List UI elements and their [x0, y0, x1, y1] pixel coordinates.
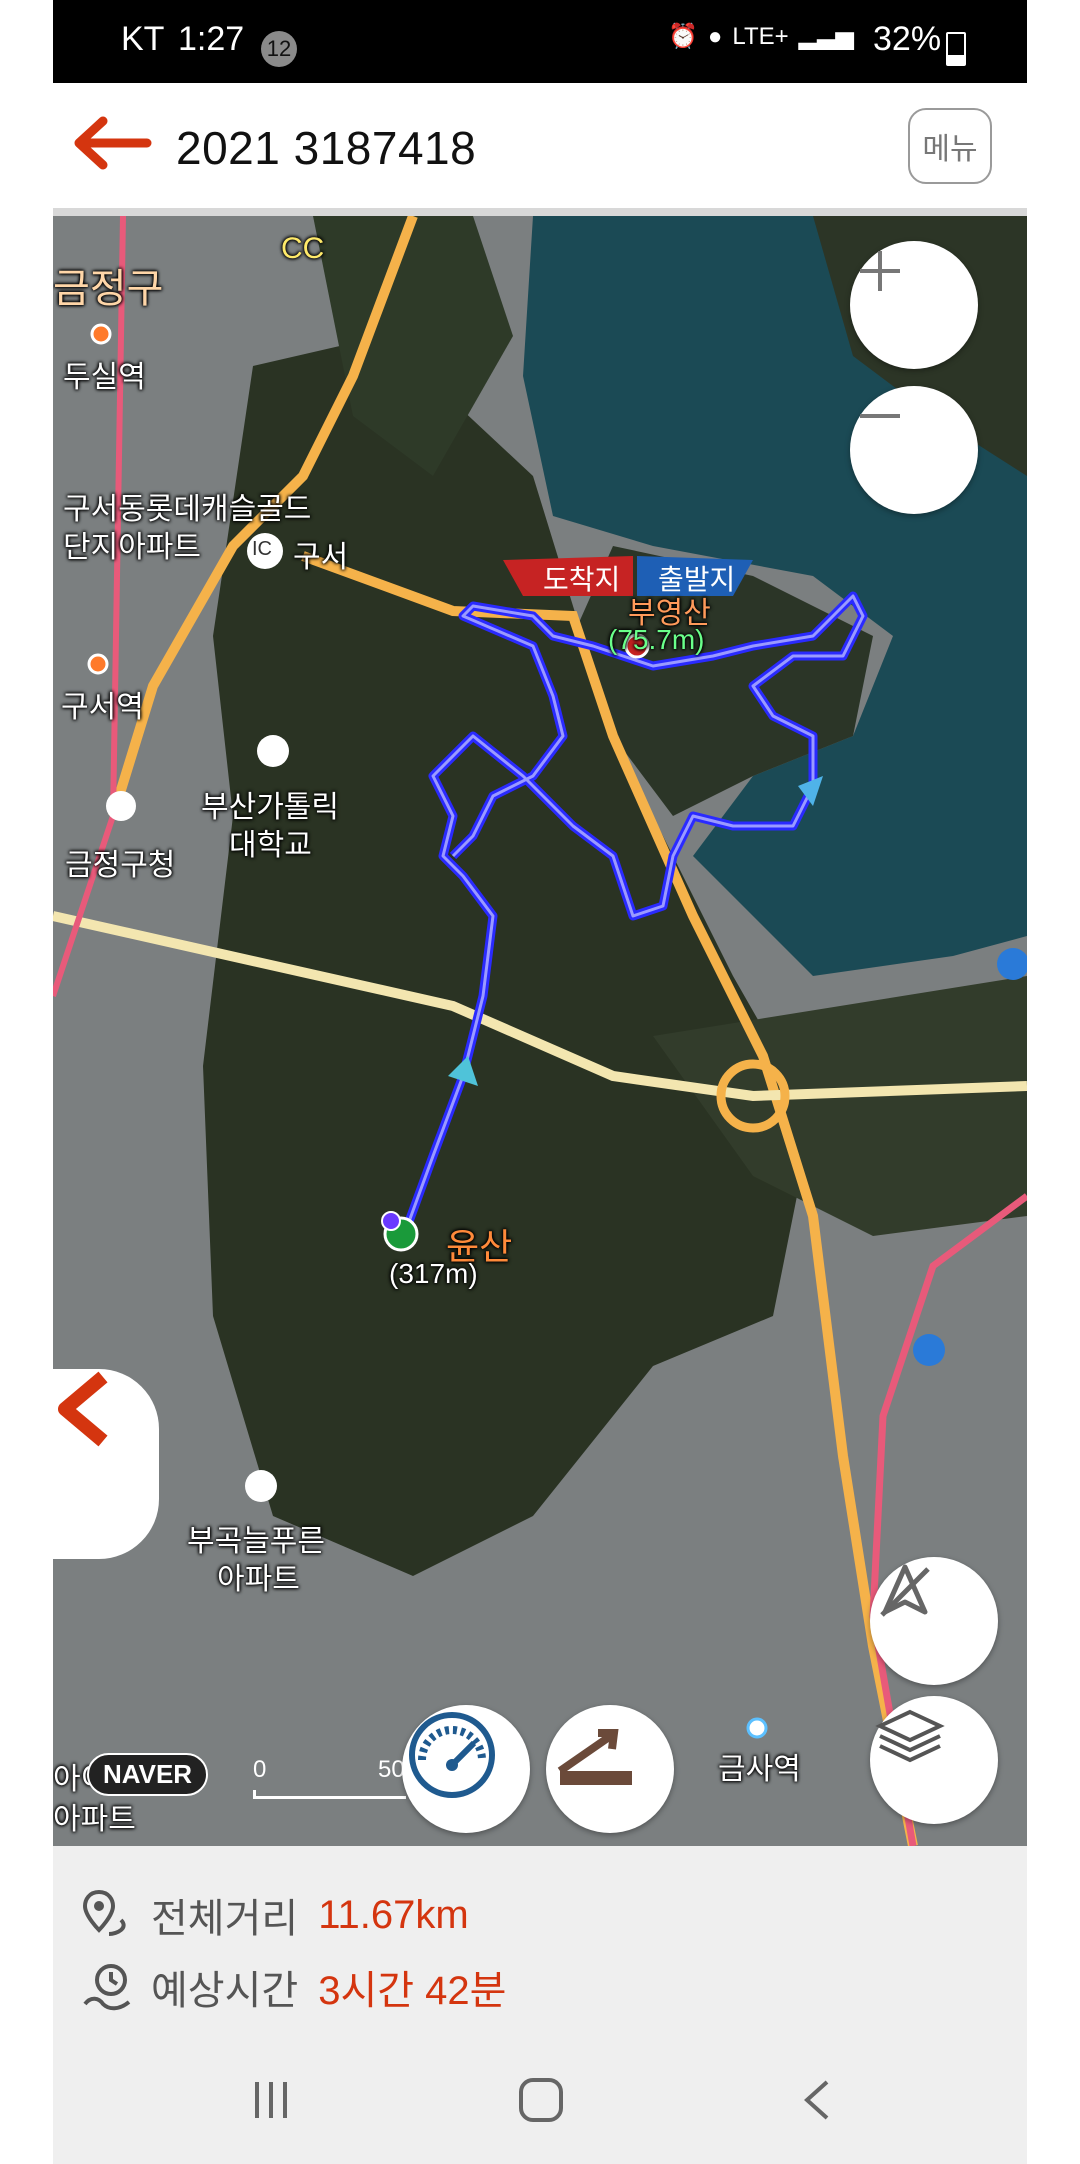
speedometer-icon	[409, 1712, 495, 1798]
compass-off-icon	[880, 1564, 930, 1617]
frame-left	[0, 0, 53, 2164]
map-label-apt-guseo-2: 단지아파트	[63, 531, 201, 564]
zoom-out-button[interactable]	[850, 386, 978, 514]
network-label: LTE+	[732, 22, 789, 50]
map-label-ic-guseo: 구서	[293, 541, 349, 574]
alarm-icon: ⏰	[668, 23, 698, 50]
back-button[interactable]	[73, 115, 153, 171]
frame-right	[1027, 0, 1080, 2164]
distance-label: 전체거리	[151, 1897, 299, 1941]
system-back-icon	[804, 2080, 829, 2120]
scale-bar	[253, 1790, 406, 1799]
map-label-station-geumsa: 금사역	[718, 1753, 801, 1786]
map-label-yunsan-height: (317m)	[389, 1258, 478, 1289]
status-bar: KT 1:27 12 ⏰ ● LTE+ ▂▃▅ 32%	[53, 0, 1027, 83]
back-arrow-icon	[74, 116, 152, 170]
map-view[interactable]: CC 금정구 두실역 구서동롯데캐슬골드 단지아파트 IC 구서 구서역 부산가…	[53, 216, 1027, 1846]
carrier-name: KT	[121, 20, 165, 58]
compass-button[interactable]	[870, 1557, 998, 1685]
zoom-in-button[interactable]	[850, 241, 978, 369]
map-label-apt-left-2: 아파트	[53, 1803, 136, 1836]
time-label: 예상시간	[151, 1969, 299, 2013]
system-nav-bar	[53, 2034, 1027, 2164]
clock: 1:27	[178, 20, 245, 58]
home-button[interactable]	[517, 2076, 565, 2129]
recents-icon	[255, 2082, 287, 2118]
map-label-univ-2: 대학교	[229, 829, 312, 862]
status-icons: ⏰ ● LTE+ ▂▃▅	[668, 22, 854, 51]
battery-percent: 32%	[873, 20, 942, 58]
layers-button[interactable]	[870, 1696, 998, 1824]
scale-zero: 0	[253, 1756, 267, 1783]
location-icon: ●	[707, 22, 723, 50]
time-row: 예상시간 3시간 42분	[81, 1958, 506, 2016]
map-label-station-guseo: 구서역	[61, 691, 144, 724]
plus-icon	[860, 251, 900, 291]
system-back-button[interactable]	[799, 2078, 835, 2127]
recents-button[interactable]	[249, 2078, 293, 2127]
map-label-district: 금정구	[53, 267, 164, 311]
app-header: 2021 3187418 메뉴	[53, 83, 1027, 216]
flag-label-arrival: 도착지	[543, 564, 621, 595]
scale-value: 50	[378, 1756, 405, 1783]
station-guseo-icon	[87, 653, 109, 675]
minus-icon	[860, 414, 900, 418]
map-label-ic-badge: IC	[252, 538, 272, 560]
waypoint-icon	[381, 1211, 401, 1231]
side-panel-toggle[interactable]	[53, 1369, 159, 1559]
distance-value: 11.67km	[318, 1892, 469, 1937]
home-icon	[519, 2078, 563, 2122]
page-title: 2021 3187418	[176, 122, 477, 174]
layers-icon	[875, 1709, 945, 1763]
map-label-station-dusil: 두실역	[63, 361, 146, 394]
time-value: 3시간 42분	[318, 1969, 507, 2013]
map-label-buyeong-height: (75.7m)	[608, 624, 705, 655]
university-icon	[257, 735, 289, 767]
speedometer-button[interactable]	[402, 1705, 530, 1833]
chevron-left-icon	[58, 1371, 108, 1447]
route-distance-icon	[82, 1889, 126, 1936]
station-dusil-icon	[90, 323, 112, 345]
menu-button[interactable]: 메뉴	[908, 108, 992, 184]
route-info-panel: 전체거리 11.67km 예상시간 3시간 42분	[53, 1846, 1027, 2034]
battery-icon	[946, 32, 966, 66]
notification-badge: 12	[261, 31, 297, 67]
map-label-cc: CC	[281, 232, 325, 265]
station-geumsa-icon	[746, 1717, 768, 1739]
estimated-time-icon	[83, 1964, 131, 2011]
elevation-button[interactable]	[546, 1705, 674, 1833]
naver-logo: NAVER	[87, 1753, 209, 1796]
elevation-icon	[557, 1729, 632, 1785]
map-label-apt-bugok-2: 아파트	[217, 1563, 300, 1596]
signal-icon: ▂▃▅	[798, 23, 855, 50]
distance-row: 전체거리 11.67km	[81, 1886, 469, 1944]
mountain-marker-icon	[913, 1334, 945, 1366]
map-label-office: 금정구청	[65, 849, 176, 882]
government-icon	[106, 791, 136, 821]
app-screen: KT 1:27 12 ⏰ ● LTE+ ▂▃▅ 32% 2021 3187418…	[53, 0, 1027, 2164]
apartment-icon	[245, 1470, 277, 1502]
